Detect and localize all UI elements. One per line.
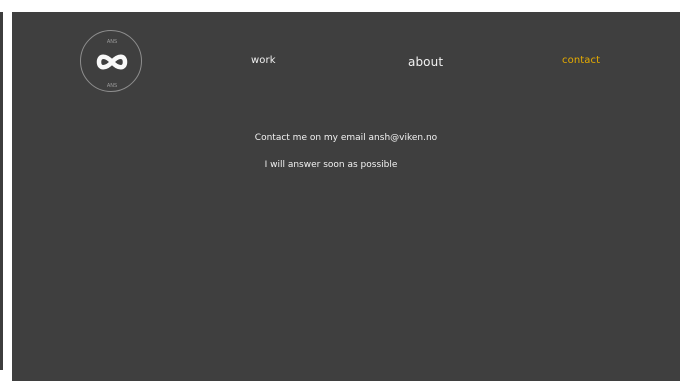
infinity-icon: ANS ANS — [96, 39, 128, 89]
response-time-text: I will answer soon as possible — [264, 160, 398, 170]
left-border — [0, 12, 3, 370]
nav-about-link[interactable]: about — [408, 55, 443, 69]
nav-contact-link[interactable]: contact — [562, 55, 600, 66]
logo-bottom-text: ANS — [107, 83, 117, 89]
page-frame: ANS ANS work about contact Contact me on… — [0, 0, 690, 381]
site-logo[interactable]: ANS ANS — [80, 30, 142, 92]
contact-email-text: Contact me on my email ansh@viken.no — [254, 133, 438, 143]
logo-top-text: ANS — [107, 39, 117, 45]
nav-work-link[interactable]: work — [251, 55, 276, 66]
website-viewport: ANS ANS work about contact Contact me on… — [12, 12, 680, 381]
